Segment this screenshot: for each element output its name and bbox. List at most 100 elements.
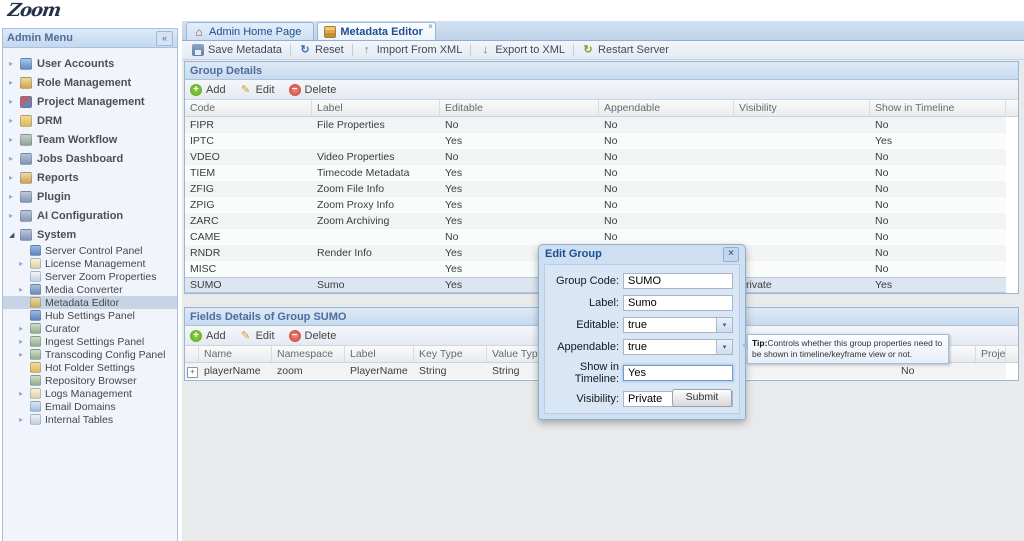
table-row[interactable]: FIPR File Properties No No No [185,117,1006,133]
table-row[interactable]: ZARC Zoom Archiving Yes No No [185,213,1006,229]
expand-arrow-icon[interactable]: ▸ [19,285,30,294]
email-icon [30,401,41,412]
column-header-label[interactable]: Label [312,100,440,116]
column-header-appendable[interactable]: Appendable [599,100,734,116]
sidebar-item-email-domains[interactable]: Email Domains [3,400,177,413]
expand-arrow-icon[interactable]: ▸ [19,337,30,346]
project-icon [20,95,32,108]
expand-arrow-icon[interactable]: ▸ [19,259,30,268]
table-row[interactable]: ZPIG Zoom Proxy Info Yes No No [185,197,1006,213]
sidebar-item-drm[interactable]: ▸ DRM [3,111,177,130]
sidebar-item-metadata-editor[interactable]: Metadata Editor [3,296,177,309]
sidebar-item-server-control-panel[interactable]: Server Control Panel [3,244,177,257]
sidebar-item-logs-management[interactable]: ▸ Logs Management [3,387,177,400]
add-button[interactable]: + Add [190,329,226,342]
dropdown-trigger-icon[interactable]: ▾ [716,318,732,332]
sidebar-item-license-management[interactable]: ▸ License Management [3,257,177,270]
toolbar-button-restart-server[interactable]: ↻ Restart Server [576,42,675,58]
column-header-namespace[interactable]: Namespace [272,346,345,362]
cell-visibility [734,213,870,229]
edit-button[interactable]: ✎ Edit [240,330,275,342]
dialog-select-editable[interactable]: true ▾ [623,317,733,333]
column-header-show-in-timeline[interactable]: Show in Timeline [870,100,1006,116]
column-header-code[interactable]: Code [185,100,312,116]
submit-button[interactable]: Submit [672,389,732,407]
tab-metadata-editor[interactable]: Metadata Editor × [317,22,436,40]
column-header-key-type[interactable]: Key Type [414,346,487,362]
toolbar-button-export-to-xml[interactable]: ↓ Export to XML [473,42,571,58]
sidebar-item-user-accounts[interactable]: ▸ User Accounts [3,54,177,73]
table-row[interactable]: IPTC Yes No Yes [185,133,1006,149]
edit-button[interactable]: ✎ Edit [240,84,275,96]
expand-arrow-icon[interactable]: ▸ [19,324,30,333]
sidebar-item-hot-folder-settings[interactable]: Hot Folder Settings [3,361,177,374]
sidebar-item-system[interactable]: ◢ System [3,225,177,244]
expand-arrow-icon[interactable]: ▸ [19,389,30,398]
sidebar-item-hub-settings-panel[interactable]: Hub Settings Panel [3,309,177,322]
dialog-input-label[interactable]: Sumo [623,295,733,311]
dropdown-trigger-icon[interactable]: ▾ [716,340,732,354]
sidebar-item-reports[interactable]: ▸ Reports [3,168,177,187]
column-header-visibility[interactable]: Visibility [734,100,870,116]
add-button[interactable]: + Add [190,83,226,96]
expand-arrow-icon[interactable]: ▸ [9,173,20,182]
cell-visibility [734,149,870,165]
system-icon [20,228,32,241]
tab-close-icon[interactable]: × [428,23,433,31]
sidebar-item-internal-tables[interactable]: ▸ Internal Tables [3,413,177,426]
sidebar-item-label: Ingest Settings Panel [45,335,145,348]
group-panel-title: Group Details [190,64,263,77]
delete-button[interactable]: − Delete [288,329,336,342]
dialog-select-appendable[interactable]: true ▾ [623,339,733,355]
column-header-editable[interactable]: Editable [440,100,599,116]
sidebar-item-ingest-settings-panel[interactable]: ▸ Ingest Settings Panel [3,335,177,348]
dialog-input-group-code[interactable]: SUMO [623,273,733,289]
table-row[interactable]: ZFIG Zoom File Info Yes No No [185,181,1006,197]
expand-arrow-icon[interactable]: ▸ [9,211,20,220]
expand-arrow-icon[interactable]: ▸ [19,415,30,424]
table-row[interactable]: CAME No No No [185,229,1006,245]
column-header-projects[interactable]: Projects [976,346,1006,362]
expand-arrow-icon[interactable]: ▸ [9,78,20,87]
sidebar-item-ai-configuration[interactable]: ▸ AI Configuration [3,206,177,225]
expand-arrow-icon[interactable]: ▸ [9,192,20,201]
sidebar-item-transcoding-config-panel[interactable]: ▸ Transcoding Config Panel [3,348,177,361]
dialog-input-show-in-timeline[interactable]: Yes [623,365,733,381]
sidebar-item-team-workflow[interactable]: ▸ Team Workflow [3,130,177,149]
sidebar-item-jobs-dashboard[interactable]: ▸ Jobs Dashboard [3,149,177,168]
toolbar-button-import-from-xml[interactable]: ↑ Import From XML [355,42,469,58]
sidebar-item-project-management[interactable]: ▸ Project Management [3,92,177,111]
table-row[interactable]: TIEM Timecode Metadata Yes No No [185,165,1006,181]
cell-label [312,229,440,245]
table-row[interactable]: VDEO Video Properties No No No [185,149,1006,165]
expand-arrow-icon[interactable]: ▸ [9,135,20,144]
expand-arrow-icon[interactable]: ▸ [19,350,30,359]
edit-group-dialog: Edit Group × Group Code: SUMO Label: Sumo Ed… [538,244,746,420]
sidebar-item-curator[interactable]: ▸ Curator [3,322,177,335]
dialog-close-icon[interactable]: × [723,246,739,262]
toolbar-button-save-metadata[interactable]: Save Metadata [186,42,288,58]
cell-label: Timecode Metadata [317,167,410,179]
sidebar-item-repository-browser[interactable]: Repository Browser [3,374,177,387]
sidebar-item-label: Server Control Panel [45,244,143,257]
expand-plus-icon[interactable]: + [187,367,198,378]
cell-label: Sumo [317,279,345,291]
column-header-label[interactable]: Label [345,346,414,362]
expand-arrow-icon[interactable]: ▸ [9,59,20,68]
expand-arrow-icon[interactable]: ▸ [9,116,20,125]
delete-button[interactable]: − Delete [288,83,336,96]
delete-icon: − [288,83,301,96]
sidebar-item-role-management[interactable]: ▸ Role Management [3,73,177,92]
column-header-name[interactable]: Name [199,346,272,362]
sidebar-item-plugin[interactable]: ▸ Plugin [3,187,177,206]
collapse-arrow-icon[interactable]: ◢ [9,231,20,239]
expand-arrow-icon[interactable]: ▸ [9,154,20,163]
tab-admin-home-page[interactable]: ⌂ Admin Home Page [186,22,315,40]
expand-arrow-icon[interactable]: ▸ [9,97,20,106]
sidebar-item-media-converter[interactable]: ▸ Media Converter [3,283,177,296]
dialog-header[interactable]: Edit Group × [539,245,745,263]
sidebar-collapse-button[interactable]: « [156,30,173,46]
sidebar-item-server-zoom-properties[interactable]: Server Zoom Properties [3,270,177,283]
edit-icon: ✎ [240,329,251,342]
toolbar-button-reset[interactable]: ↻ Reset [293,42,350,58]
